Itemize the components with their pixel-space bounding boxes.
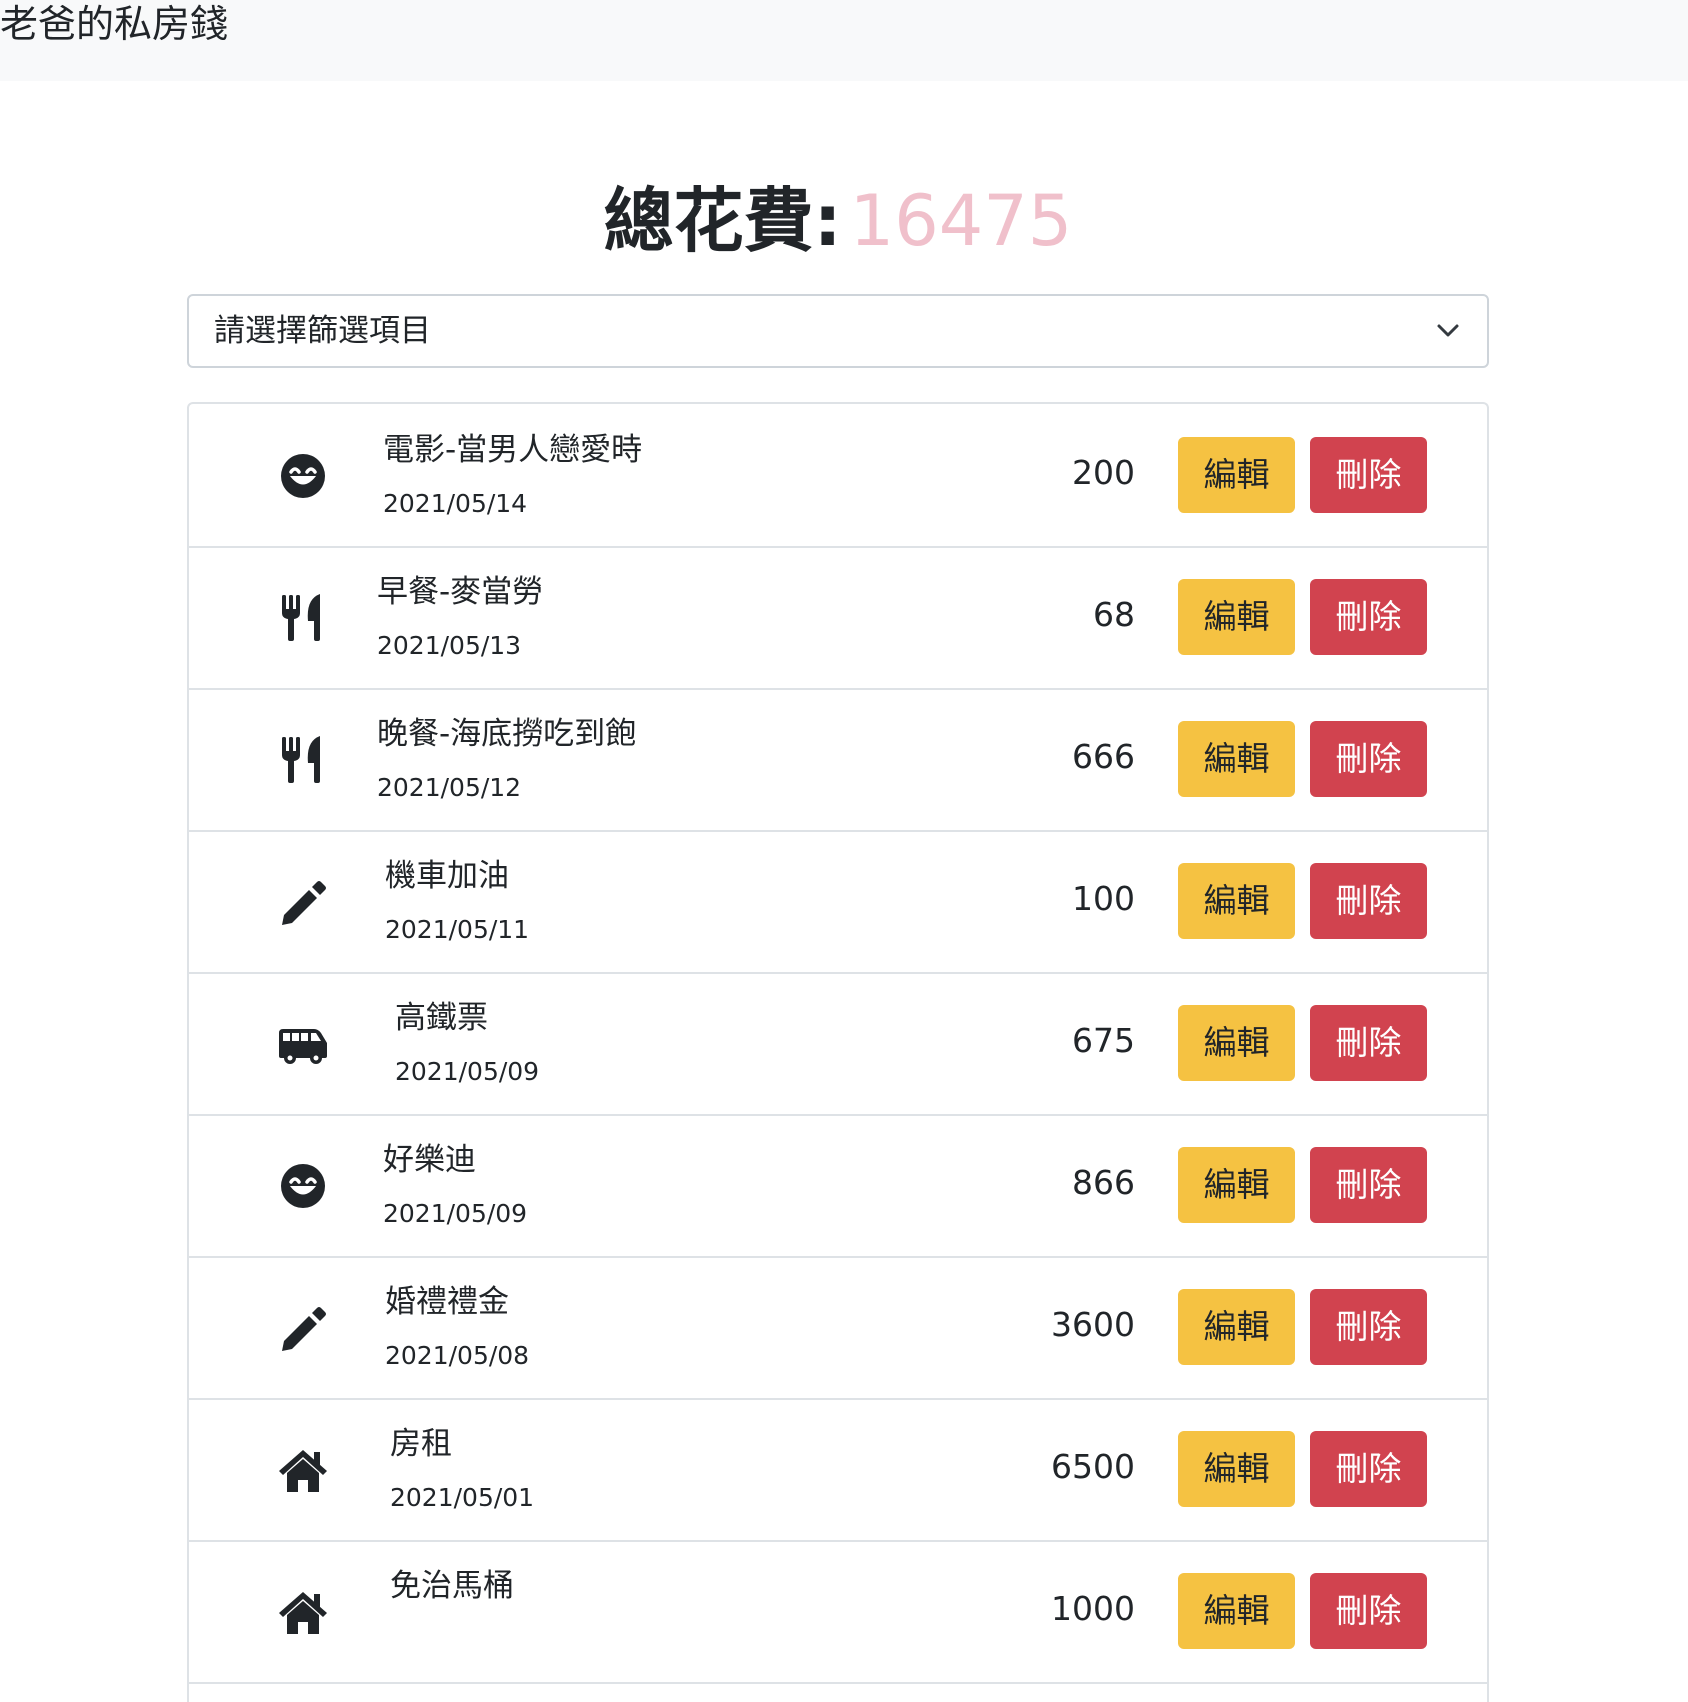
edit-button[interactable]: 編輯 [1178, 1147, 1295, 1223]
record-row: 晚餐-海底撈吃到飽 2021/05/12 666 編輯 刪除 [189, 688, 1487, 832]
record-amount: 6500 [1051, 1447, 1135, 1486]
shuttle-van-icon [276, 1017, 330, 1071]
edit-button[interactable]: 編輯 [1178, 721, 1295, 797]
category-filter-select[interactable]: 請選擇篩選項目 [187, 294, 1489, 368]
delete-button[interactable]: 刪除 [1310, 579, 1427, 655]
pencil-icon [276, 1301, 330, 1355]
record-row: 高鐵票 2021/05/09 675 編輯 刪除 [189, 972, 1487, 1116]
record-date: 2021/05/09 [395, 1057, 540, 1086]
record-row: 機車加油 2021/05/11 100 編輯 刪除 [189, 830, 1487, 974]
record-amount: 100 [1072, 879, 1135, 918]
edit-button[interactable]: 編輯 [1178, 579, 1295, 655]
delete-button[interactable]: 刪除 [1310, 1289, 1427, 1365]
record-row: 婚禮禮金 2021/05/08 3600 編輯 刪除 [189, 1256, 1487, 1400]
record-row: 好樂迪 2021/05/09 866 編輯 刪除 [189, 1114, 1487, 1258]
record-list: 電影-當男人戀愛時 2021/05/14 200 編輯 刪除 早餐-麥當勞 2021/05/… [187, 402, 1489, 1702]
record-row: 免治馬桶 1000 編輯 刪除 [189, 1540, 1487, 1684]
record-date: 2021/05/11 [385, 915, 530, 944]
record-row: 電影-當男人戀愛時 2021/05/14 200 編輯 刪除 [189, 404, 1487, 548]
record-amount: 68 [1093, 595, 1135, 634]
record-date: 2021/05/12 [377, 773, 522, 802]
record-date: 2021/05/01 [390, 1483, 535, 1512]
chevron-down-icon [1437, 324, 1459, 337]
record-row: 房租 2021/05/01 6500 編輯 刪除 [189, 1398, 1487, 1542]
record-date: 2021/05/14 [383, 489, 528, 518]
record-date: 2021/05/13 [377, 631, 522, 660]
record-amount: 1000 [1051, 1589, 1135, 1628]
record-title: 房租 [390, 1426, 452, 1462]
delete-button[interactable]: 刪除 [1310, 1573, 1427, 1649]
total-amount: 16475 [849, 180, 1073, 262]
record-amount: 200 [1072, 453, 1135, 492]
record-title: 機車加油 [385, 858, 509, 894]
edit-button[interactable]: 編輯 [1178, 1289, 1295, 1365]
edit-button[interactable]: 編輯 [1178, 437, 1295, 513]
pencil-icon [276, 875, 330, 929]
record-date: 2021/05/08 [385, 1341, 530, 1370]
record-title: 電影-當男人戀愛時 [383, 432, 643, 468]
record-row: 早餐-麥當勞 2021/05/13 68 編輯 刪除 [189, 546, 1487, 690]
edit-button[interactable]: 編輯 [1178, 1573, 1295, 1649]
total-spending: 總花費: 16475 [0, 176, 1676, 266]
record-amount: 675 [1072, 1021, 1135, 1060]
record-title: 晚餐-海底撈吃到飽 [377, 716, 637, 752]
record-title: 高鐵票 [395, 1000, 488, 1036]
home-icon [276, 1443, 330, 1497]
delete-button[interactable]: 刪除 [1310, 721, 1427, 797]
utensils-icon [276, 733, 330, 787]
filter-selected-value: 請選擇篩選項目 [214, 313, 431, 349]
record-amount: 866 [1072, 1163, 1135, 1202]
delete-button[interactable]: 刪除 [1310, 1147, 1427, 1223]
app-brand[interactable]: 老爸的私房錢 [0, 2, 228, 46]
record-amount: 666 [1072, 737, 1135, 776]
record-title: 好樂迪 [383, 1142, 476, 1178]
edit-button[interactable]: 編輯 [1178, 1431, 1295, 1507]
navbar: 老爸的私房錢 [0, 0, 1688, 81]
record-title: 早餐-麥當勞 [377, 574, 544, 610]
edit-button[interactable]: 編輯 [1178, 1005, 1295, 1081]
edit-button[interactable]: 編輯 [1178, 863, 1295, 939]
total-label: 總花費: [603, 180, 842, 262]
delete-button[interactable]: 刪除 [1310, 863, 1427, 939]
record-amount: 3600 [1051, 1305, 1135, 1344]
record-title: 婚禮禮金 [385, 1284, 509, 1320]
record-date: 2021/05/09 [383, 1199, 528, 1228]
record-title: 免治馬桶 [390, 1568, 514, 1604]
smile-icon [276, 1159, 330, 1213]
delete-button[interactable]: 刪除 [1310, 437, 1427, 513]
smile-icon [276, 449, 330, 503]
delete-button[interactable]: 刪除 [1310, 1431, 1427, 1507]
utensils-icon [276, 591, 330, 645]
delete-button[interactable]: 刪除 [1310, 1005, 1427, 1081]
home-icon [276, 1585, 330, 1639]
